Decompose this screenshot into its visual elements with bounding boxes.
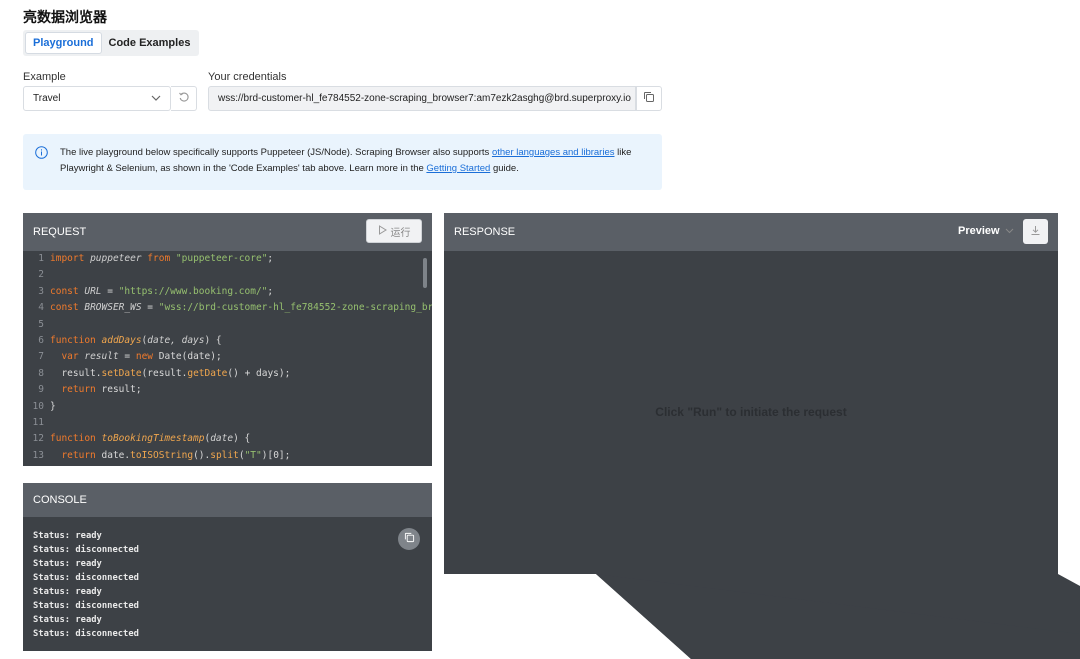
- app-title: 亮数据浏览器: [23, 9, 107, 25]
- code-line: 5: [38, 318, 44, 330]
- response-title: RESPONSE: [454, 226, 516, 238]
- run-button[interactable]: 运行: [366, 219, 422, 243]
- reset-icon: [178, 90, 190, 108]
- console-line: Status: disconnected: [33, 601, 139, 611]
- code-line: 11: [32, 416, 44, 428]
- tab-playground[interactable]: Playground: [25, 32, 102, 54]
- copy-credentials-button[interactable]: [636, 86, 662, 111]
- example-label: Example: [23, 71, 66, 83]
- code-line: 2: [38, 269, 44, 281]
- console-title: CONSOLE: [33, 494, 87, 506]
- copy-console-button[interactable]: [398, 528, 420, 550]
- code-line: 7 var result = new Date(date);: [38, 351, 222, 363]
- response-placeholder: Click "Run" to initiate the request: [655, 405, 847, 419]
- example-select-value: Travel: [33, 93, 61, 104]
- credentials-field[interactable]: wss://brd-customer-hl_fe784552-zone-scra…: [208, 86, 636, 111]
- code-line: 3 const URL = "https://www.booking.com/";: [38, 285, 274, 297]
- getting-started-link[interactable]: Getting Started: [426, 163, 490, 174]
- preview-dropdown[interactable]: Preview: [958, 225, 1000, 237]
- info-icon: [35, 146, 48, 165]
- code-line: 4 const BROWSER_WS = "wss://brd-customer-…: [38, 302, 432, 314]
- download-button[interactable]: [1023, 219, 1048, 244]
- tab-bar: Playground Code Examples: [23, 30, 200, 56]
- code-line: 13 return date.toISOString().split("T")[…: [32, 449, 291, 461]
- copy-icon: [404, 530, 415, 548]
- tab-code-examples[interactable]: Code Examples: [102, 32, 198, 54]
- chevron-down-icon[interactable]: [1005, 226, 1014, 237]
- code-line: 8 result.setDate(result.getDate() + days…: [38, 367, 291, 379]
- code-line: 12 function toBookingTimestamp(date) {: [32, 433, 251, 445]
- request-title: REQUEST: [33, 226, 87, 238]
- console-line: Status: ready: [33, 559, 102, 569]
- play-icon: [378, 224, 387, 238]
- console-line: Status: ready: [33, 587, 102, 597]
- code-line: 1 import puppeteer from "puppeteer-core";: [38, 253, 274, 264]
- chevron-down-icon: [151, 87, 161, 119]
- example-select[interactable]: Travel: [23, 86, 171, 111]
- info-banner: The live playground below specifically s…: [23, 134, 662, 190]
- console-line: Status: disconnected: [33, 629, 139, 639]
- run-label: 运行: [390, 227, 411, 239]
- credentials-label: Your credentials: [208, 71, 287, 83]
- code-editor[interactable]: 1 import puppeteer from "puppeteer-core";…: [23, 251, 432, 466]
- code-line: 6 function addDays(date, days) {: [38, 334, 222, 346]
- reset-button[interactable]: [171, 86, 197, 111]
- console-line: Status: disconnected: [33, 573, 139, 583]
- info-text-1: The live playground below specifically s…: [60, 147, 492, 158]
- copy-icon: [643, 90, 655, 108]
- code-line: 10}: [32, 400, 56, 412]
- console-header: CONSOLE: [23, 483, 432, 517]
- console-line: Status: ready: [33, 615, 102, 625]
- decorative-shadow: [596, 574, 1080, 659]
- console-line: Status: disconnected: [33, 545, 139, 555]
- console-line: Status: ready: [33, 531, 102, 541]
- other-languages-link[interactable]: other languages and libraries: [492, 147, 615, 158]
- code-line: 9 return result;: [38, 384, 142, 396]
- info-text-3: guide.: [490, 163, 519, 174]
- download-icon: [1030, 223, 1041, 241]
- console-output: Status: ready Status: disconnected Statu…: [23, 517, 432, 651]
